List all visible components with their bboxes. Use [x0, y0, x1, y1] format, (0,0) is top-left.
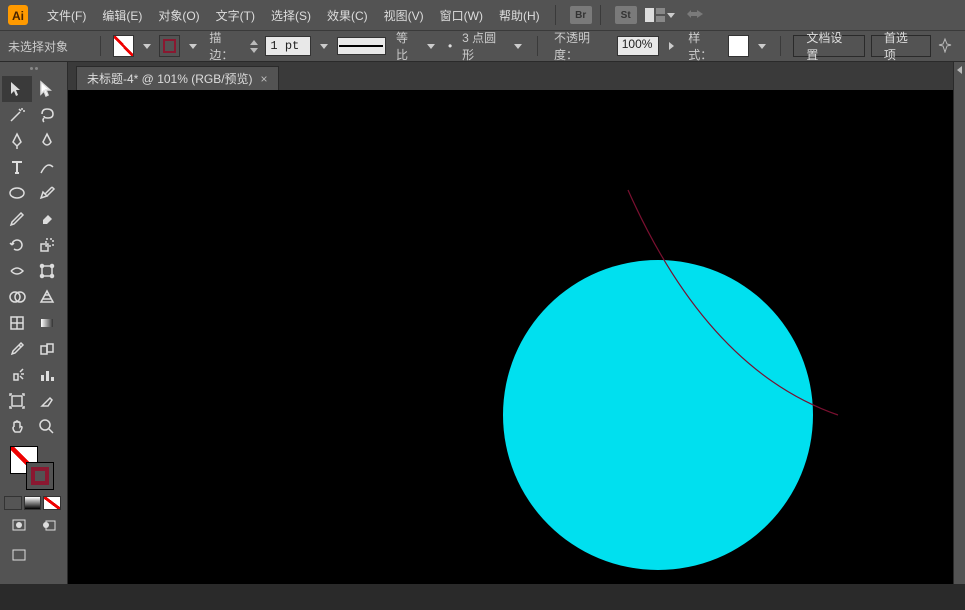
menu-select[interactable]: 选择(S) — [264, 3, 318, 28]
menu-object[interactable]: 对象(O) — [151, 3, 206, 28]
style-label: 样式： — [688, 29, 722, 63]
direct-selection-tool[interactable] — [32, 76, 62, 102]
color-mode-row — [0, 496, 67, 510]
menu-bar: Ai 文件(F) 编辑(E) 对象(O) 文字(T) 选择(S) 效果(C) 视… — [0, 0, 965, 30]
profile-uniform-dropdown[interactable] — [425, 35, 438, 57]
color-picker — [0, 442, 67, 494]
pen-tool[interactable] — [2, 128, 32, 154]
opacity-label: 不透明度： — [554, 29, 611, 63]
hand-tool[interactable] — [2, 414, 32, 440]
fill-dropdown[interactable] — [140, 35, 153, 57]
close-tab-icon[interactable]: × — [261, 72, 268, 86]
separator — [780, 36, 781, 56]
line-segment-tool[interactable] — [32, 154, 62, 180]
color-mode-none[interactable] — [43, 496, 61, 510]
menu-edit[interactable]: 编辑(E) — [95, 3, 149, 28]
lasso-tool[interactable] — [32, 102, 62, 128]
eyedropper-tool[interactable] — [2, 336, 32, 362]
separator — [600, 5, 601, 25]
tool-grid — [0, 74, 67, 442]
svg-text:Ai: Ai — [12, 9, 24, 23]
screen-mode-switch — [0, 540, 67, 570]
document-area: 未标题-4* @ 101% (RGB/预览) × — [68, 62, 965, 584]
menu-help[interactable]: 帮助(H) — [492, 3, 547, 28]
selection-tool[interactable] — [2, 76, 32, 102]
brush-dropdown[interactable] — [512, 35, 525, 57]
options-bar: 未选择对象 描边： 1 pt 等比 • 3 点圆形 不透明度： 100% 样式：… — [0, 30, 965, 62]
screen-mode[interactable] — [4, 544, 34, 566]
brush-profile-label: 3 点圆形 — [462, 29, 506, 63]
curvature-tool[interactable] — [32, 128, 62, 154]
gradient-tool[interactable] — [32, 310, 62, 336]
gpu-icon[interactable] — [685, 6, 705, 25]
slice-tool[interactable] — [32, 388, 62, 414]
menu-file[interactable]: 文件(F) — [40, 3, 93, 28]
arrange-documents-icon[interactable] — [645, 8, 675, 22]
pin-icon[interactable] — [937, 37, 953, 56]
screen-mode-row — [0, 510, 67, 540]
stroke-profile-preview[interactable] — [337, 37, 386, 55]
stroke-weight-input[interactable]: 1 pt — [265, 36, 311, 56]
menu-type[interactable]: 文字(T) — [209, 3, 262, 28]
magic-wand-tool[interactable] — [2, 102, 32, 128]
color-mode-gradient[interactable] — [24, 496, 42, 510]
perspective-tool[interactable] — [32, 284, 62, 310]
column-graph-tool[interactable] — [32, 362, 62, 388]
cyan-circle-shape[interactable] — [503, 260, 813, 570]
app-logo: Ai — [6, 3, 30, 27]
zoom-tool[interactable] — [32, 414, 62, 440]
bridge-badge[interactable]: Br — [570, 6, 592, 24]
uniform-label: 等比 — [396, 29, 419, 63]
separator — [537, 36, 538, 56]
stroke-label: 描边： — [209, 29, 243, 63]
menu-window[interactable]: 窗口(W) — [433, 3, 490, 28]
opacity-dropdown[interactable] — [665, 35, 678, 57]
rotate-tool[interactable] — [2, 232, 32, 258]
menu-view[interactable]: 视图(V) — [377, 3, 431, 28]
symbol-sprayer-tool[interactable] — [2, 362, 32, 388]
separator — [100, 36, 101, 56]
stroke-dropdown[interactable] — [186, 35, 199, 57]
scale-tool[interactable] — [32, 232, 62, 258]
stroke-color-swatch[interactable] — [26, 462, 54, 490]
menu-effect[interactable]: 效果(C) — [320, 3, 375, 28]
mesh-tool[interactable] — [2, 310, 32, 336]
type-tool[interactable] — [2, 154, 32, 180]
selection-status: 未选择对象 — [8, 38, 88, 55]
tab-bar: 未标题-4* @ 101% (RGB/预览) × — [68, 62, 965, 90]
fill-swatch[interactable] — [113, 35, 134, 57]
expand-panels-icon[interactable] — [957, 66, 962, 74]
free-transform-tool[interactable] — [32, 258, 62, 284]
document-setup-button[interactable]: 文档设置 — [793, 35, 864, 57]
toolbox — [0, 62, 68, 584]
artboard-tool[interactable] — [2, 388, 32, 414]
style-swatch[interactable] — [728, 35, 749, 57]
chevron-down-icon — [667, 13, 675, 18]
shape-builder-tool[interactable] — [2, 284, 32, 310]
workspace: 未标题-4* @ 101% (RGB/预览) × — [0, 62, 965, 584]
width-tool[interactable] — [2, 258, 32, 284]
stroke-swatch[interactable] — [159, 35, 180, 57]
ellipse-tool[interactable] — [2, 180, 32, 206]
stroke-weight-stepper[interactable] — [249, 39, 259, 54]
paintbrush-tool[interactable] — [32, 180, 62, 206]
opacity-input[interactable]: 100% — [617, 36, 659, 56]
tab-title: 未标题-4* @ 101% (RGB/预览) — [87, 70, 253, 87]
canvas[interactable] — [68, 90, 965, 584]
pencil-tool[interactable] — [2, 206, 32, 232]
document-tab[interactable]: 未标题-4* @ 101% (RGB/预览) × — [76, 66, 279, 90]
right-panel-strip — [953, 62, 965, 584]
eraser-tool[interactable] — [32, 206, 62, 232]
stock-badge[interactable]: St — [615, 6, 637, 24]
color-mode-solid[interactable] — [4, 496, 22, 510]
style-dropdown[interactable] — [755, 35, 768, 57]
separator — [555, 5, 556, 25]
blend-tool[interactable] — [32, 336, 62, 362]
toolbox-collapse[interactable] — [0, 62, 67, 74]
draw-behind[interactable] — [34, 514, 64, 536]
draw-normal[interactable] — [4, 514, 34, 536]
stroke-weight-dropdown[interactable] — [317, 35, 330, 57]
preferences-button[interactable]: 首选项 — [871, 35, 931, 57]
